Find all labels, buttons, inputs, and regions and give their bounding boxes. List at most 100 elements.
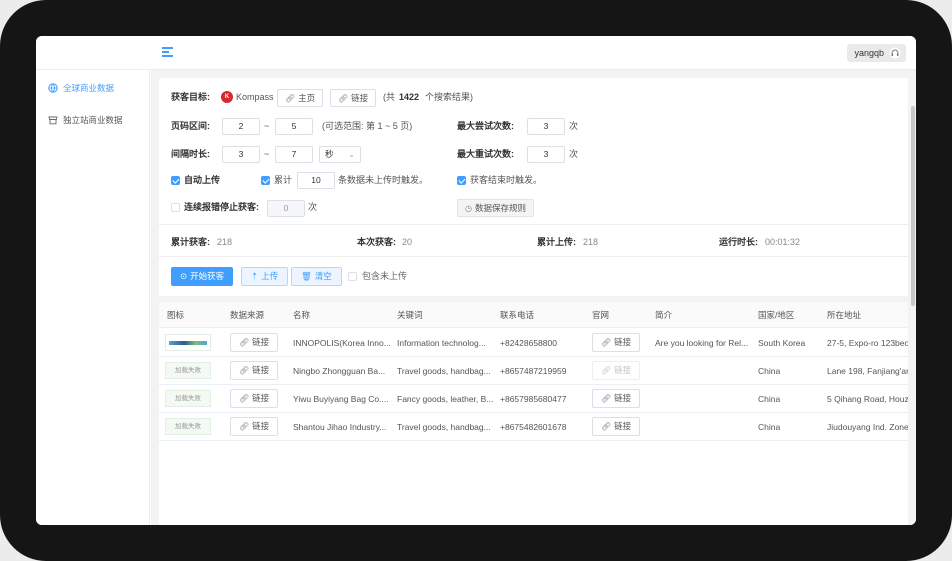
vertical-scrollbar[interactable]	[911, 106, 915, 306]
home-page-button[interactable]: 🔗︎ 主页	[277, 89, 324, 107]
include-not-uploaded-checkbox[interactable]	[348, 272, 357, 281]
interval-to-input[interactable]: 7	[275, 146, 313, 163]
stop-on-error-label: 连续报错停止获客:	[184, 202, 259, 212]
column-header: 简介	[655, 310, 673, 320]
page-from-input[interactable]: 2	[222, 118, 260, 135]
company-name: INNOPOLIS(Korea Inno...	[293, 338, 391, 348]
table-row[interactable]: 🔗︎ 链接 INNOPOLIS(Korea Inno... Information…	[159, 329, 908, 357]
company-logo: 加载失败	[165, 362, 211, 379]
device-frame: yangqb 全球商业数据 独立站商业数据 获客目标: K Kompass 🔗︎…	[0, 0, 952, 561]
sidebar-item-global-data[interactable]: 全球商业数据	[48, 80, 114, 96]
username: yangqb	[854, 48, 884, 58]
save-rules-label: 数据保存规则	[474, 203, 526, 213]
keywords: Travel goods, handbag...	[397, 422, 491, 432]
main-content: 获客目标: K Kompass 🔗︎ 主页 🔗︎ 链接 (共 1422 个搜索结果)…	[151, 70, 916, 525]
globe-icon	[48, 83, 58, 93]
table-row[interactable]: 加载失败 🔗︎ 链接 Yiwu Buyiyang Bag Co.... Fancy…	[159, 385, 908, 413]
total-uploaded-label: 累计上传:	[537, 237, 576, 247]
on-finish-label: 获客结束时触发。	[470, 175, 543, 185]
max-try-input[interactable]: 3	[527, 118, 565, 135]
accumulate-input[interactable]: 10	[297, 172, 335, 189]
menu-fold-icon[interactable]	[162, 47, 173, 57]
result-suffix: 个搜索结果)	[425, 92, 473, 102]
source-link-button[interactable]: 🔗︎ 链接	[230, 333, 279, 352]
page-to-input[interactable]: 5	[275, 118, 313, 135]
stop-on-error-input[interactable]: 0	[267, 200, 305, 217]
result-count: 1422	[399, 92, 420, 102]
accumulate-suffix: 条数据未上传时触发。	[338, 175, 429, 185]
upload-icon: ⇡	[251, 271, 259, 281]
link-icon: 🔗︎	[601, 394, 612, 403]
company-logo: 加载失败	[165, 390, 211, 407]
company-name: Ningbo Zhongguan Ba...	[293, 366, 386, 376]
link-label: 链接	[614, 337, 632, 347]
this-acquired-label: 本次获客:	[357, 237, 396, 247]
table-header: 图标 数据来源 名称 关键词 联系电话 官网 简介 国家/地区 所在地址	[159, 302, 908, 328]
column-header: 官网	[592, 310, 610, 320]
acquisition-form-panel: 获客目标: K Kompass 🔗︎ 主页 🔗︎ 链接 (共 1422 个搜索结果)…	[159, 78, 908, 296]
kompass-logo-icon: K	[221, 91, 233, 103]
table-row[interactable]: 加载失败 🔗︎ 链接 Ningbo Zhongguan Ba... Travel …	[159, 357, 908, 385]
website-link-button[interactable]: 🔗︎ 链接	[592, 333, 641, 352]
column-header: 国家/地区	[758, 310, 795, 320]
company-logo	[165, 334, 211, 351]
source-link-button[interactable]: 🔗︎ 链接	[230, 389, 279, 408]
max-retry-input[interactable]: 3	[527, 146, 565, 163]
link-icon: 🔗︎	[239, 422, 250, 431]
headset-icon	[889, 47, 901, 59]
times-unit: 次	[308, 202, 318, 212]
start-label: 开始获客	[190, 271, 225, 281]
country: China	[758, 366, 781, 376]
link-label: 链接	[614, 393, 632, 403]
link-label: 链接	[252, 421, 270, 431]
column-header: 联系电话	[500, 310, 535, 320]
stop-on-error-checkbox[interactable]	[171, 203, 180, 212]
source-name: Kompass	[236, 92, 274, 102]
sidebar-item-shop-data[interactable]: 独立站商业数据	[48, 112, 123, 128]
total-uploaded-value: 218	[583, 237, 599, 247]
company-name: Yiwu Buyiyang Bag Co....	[293, 394, 389, 404]
interval-unit-select[interactable]: 秒 ⌄	[319, 146, 361, 163]
link-button[interactable]: 🔗︎ 链接	[330, 89, 377, 107]
shop-icon	[48, 116, 58, 125]
auto-upload-checkbox[interactable]	[171, 176, 180, 185]
divider	[159, 224, 908, 225]
times-unit: 次	[569, 121, 579, 131]
top-bar: yangqb	[36, 36, 916, 70]
column-header: 所在地址	[827, 310, 862, 320]
runtime-label: 运行时长:	[719, 237, 758, 247]
interval-label: 间隔时长:	[171, 149, 210, 159]
clear-button[interactable]: 🗑︎ 清空	[291, 267, 342, 286]
keywords: Information technolog...	[397, 338, 486, 348]
include-not-uploaded-label: 包含未上传	[362, 271, 408, 281]
address: Jiudouyang Ind. Zone, ...	[827, 422, 908, 432]
clear-label: 清空	[314, 271, 332, 281]
column-header: 数据来源	[230, 310, 265, 320]
on-finish-checkbox[interactable]	[457, 176, 466, 185]
website-link-button[interactable]: 🔗︎ 链接	[592, 417, 641, 436]
company-name: Shantou Jihao Industry...	[293, 422, 387, 432]
table-row[interactable]: 加载失败 🔗︎ 链接 Shantou Jihao Industry... Trav…	[159, 413, 908, 441]
website-link-button[interactable]: 🔗︎ 链接	[592, 389, 641, 408]
user-menu[interactable]: yangqb	[847, 44, 906, 62]
accumulate-checkbox[interactable]	[261, 176, 270, 185]
link-label: 链接	[252, 337, 270, 347]
play-icon: ⊙	[180, 271, 188, 281]
upload-button[interactable]: ⇡ 上传	[241, 267, 289, 286]
source-link-button[interactable]: 🔗︎ 链接	[230, 417, 279, 436]
interval-from-input[interactable]: 3	[222, 146, 260, 163]
save-rules-button[interactable]: ◷ 数据保存规则	[457, 199, 534, 217]
website-link-button[interactable]: 🔗︎ 链接	[592, 361, 641, 380]
range-tilde: ~	[264, 149, 270, 159]
intro: Are you looking for Rel...	[655, 338, 749, 348]
runtime-value: 00:01:32	[765, 237, 801, 247]
address: 5 Qihang Road, Houzh...	[827, 394, 908, 404]
auto-upload-label: 自动上传	[184, 175, 221, 185]
start-acquisition-button[interactable]: ⊙ 开始获客	[171, 267, 234, 286]
source-link-button[interactable]: 🔗︎ 链接	[230, 361, 279, 380]
trash-icon: 🗑︎	[301, 271, 312, 281]
link-button-label: 链接	[351, 93, 369, 103]
sidebar-item-label: 全球商业数据	[63, 83, 115, 93]
phone: +8657985680477	[500, 394, 567, 404]
company-logo: 加载失败	[165, 418, 211, 435]
